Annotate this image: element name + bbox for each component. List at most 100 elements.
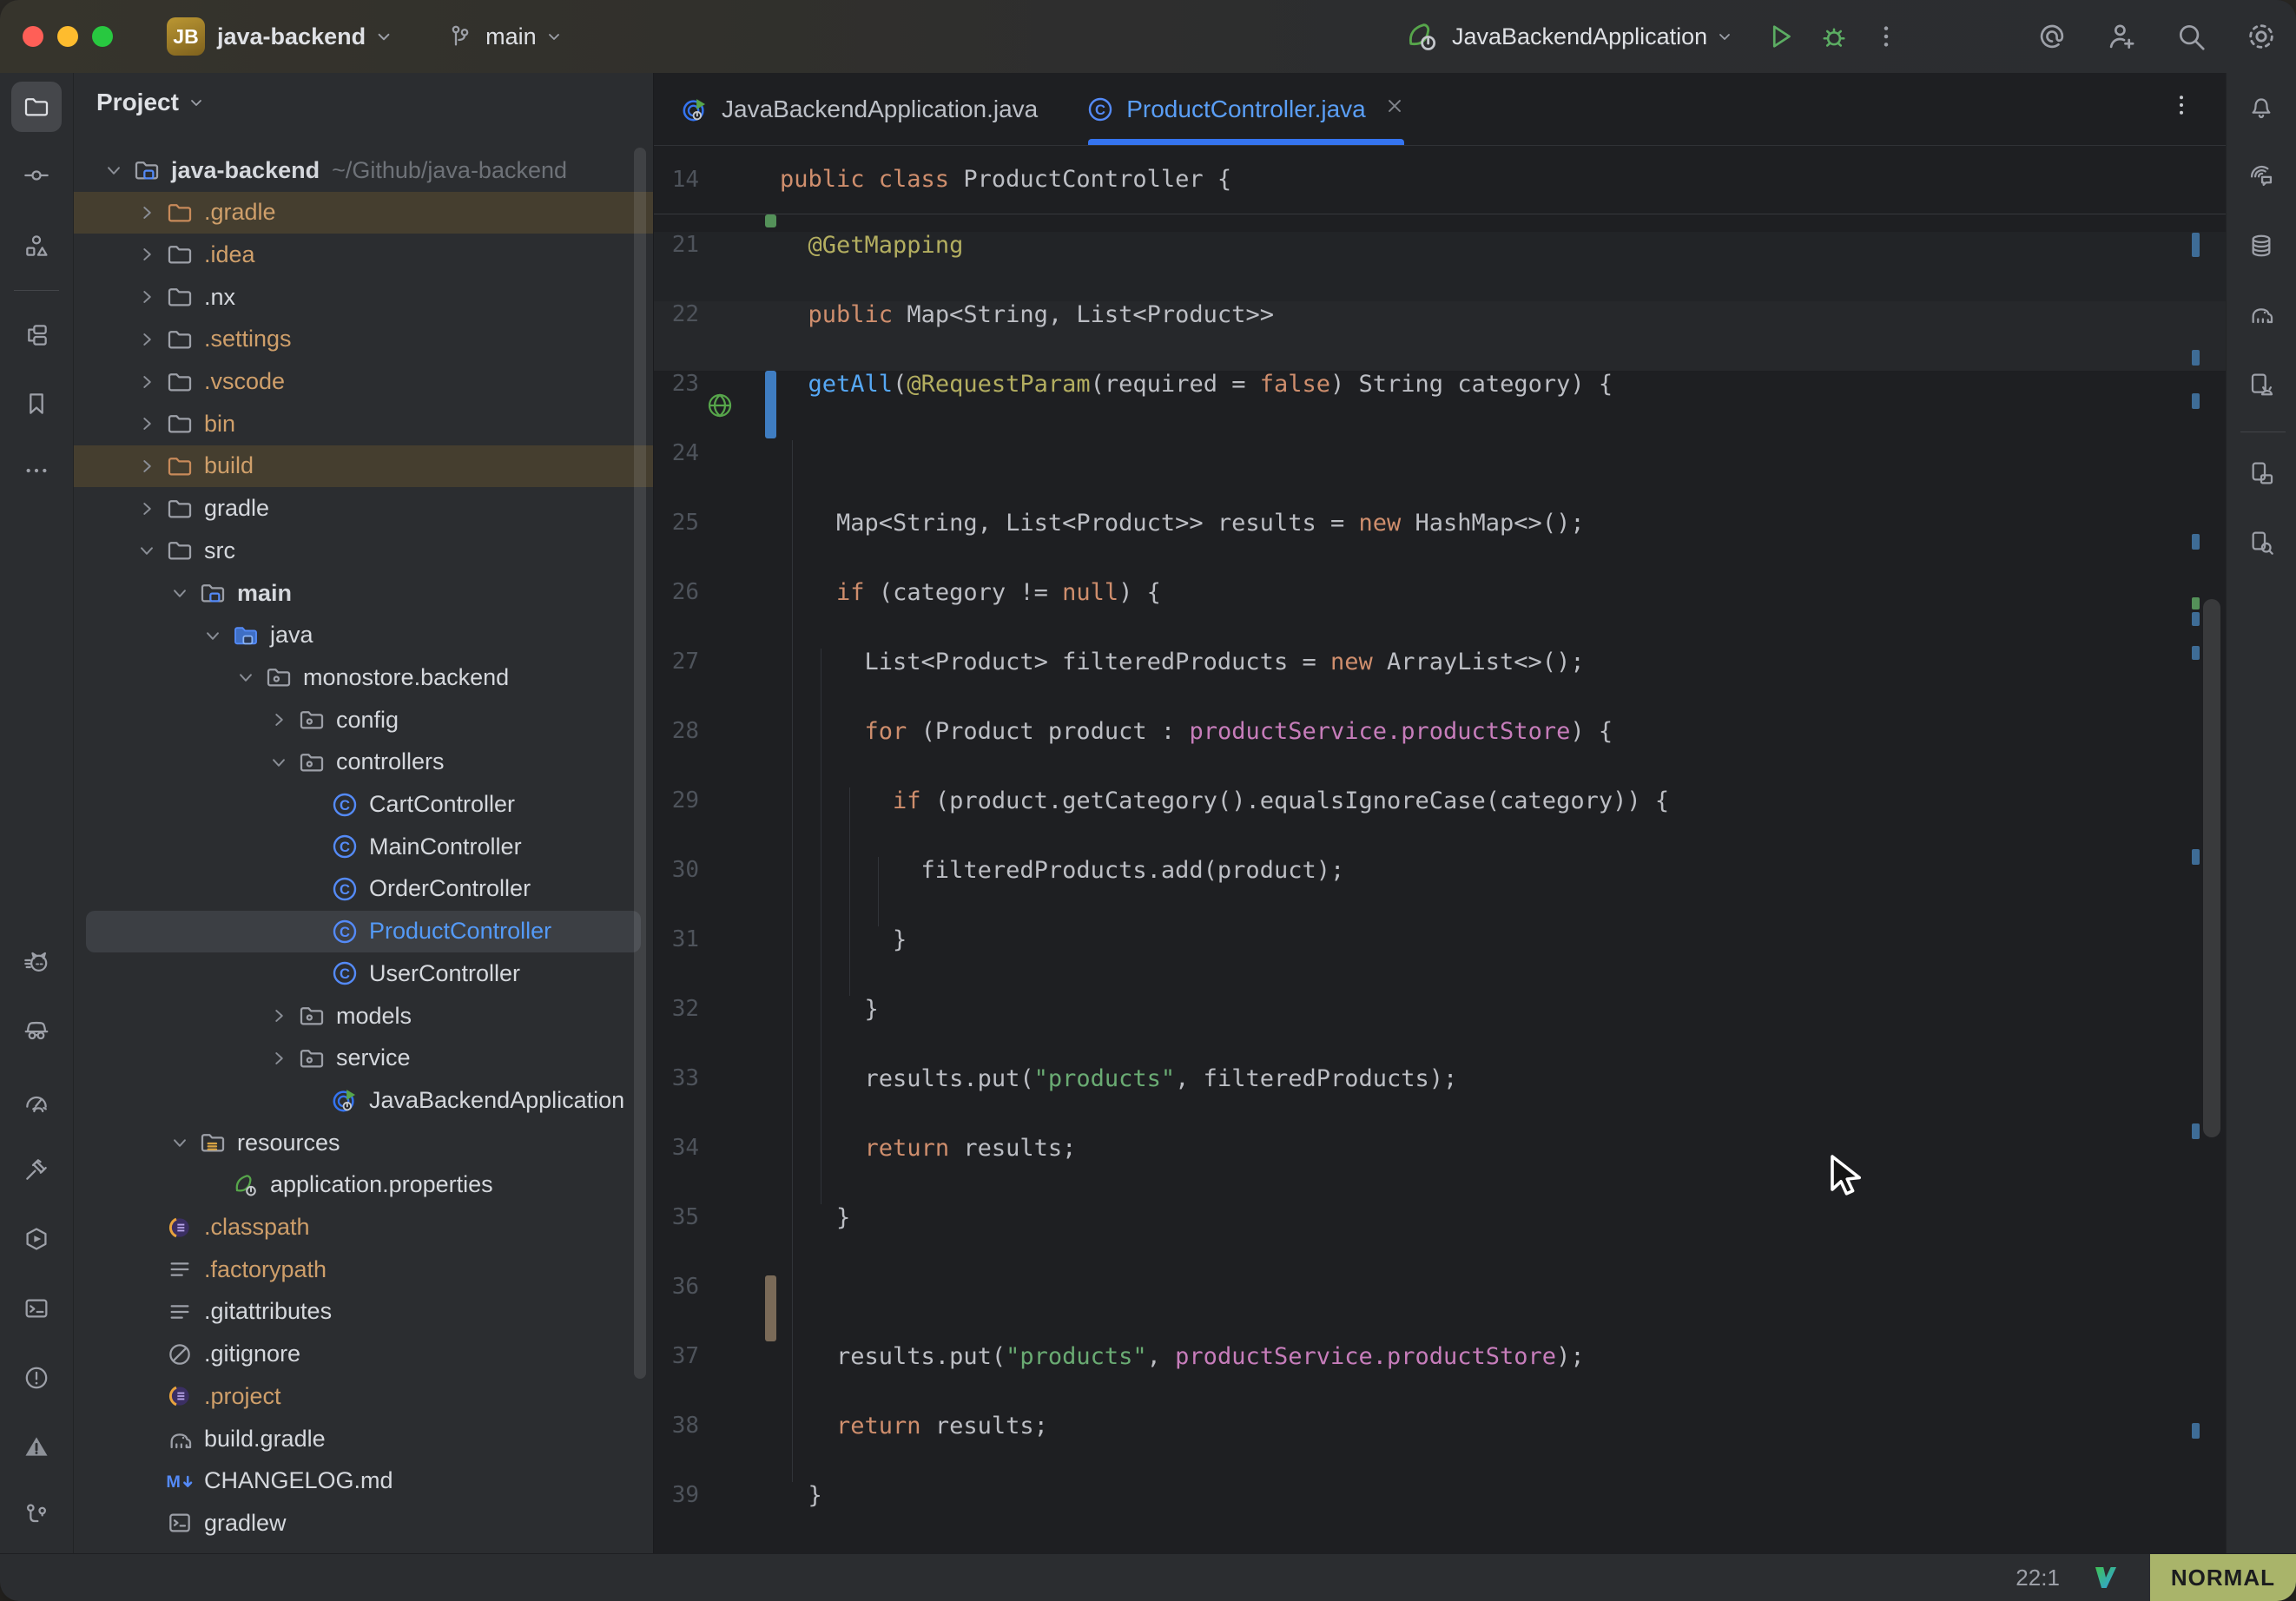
- settings-gear-icon[interactable]: [2244, 19, 2279, 54]
- ai-assistant-icon[interactable]: [2236, 150, 2286, 201]
- git-branch-icon[interactable]: [11, 1489, 62, 1539]
- error-stripe-mark[interactable]: [2192, 849, 2200, 865]
- close-window-button[interactable]: [23, 26, 43, 47]
- chevron-down-icon[interactable]: [98, 155, 129, 186]
- tree-item-build[interactable]: build: [74, 445, 653, 487]
- vcs-branch-widget[interactable]: main: [445, 23, 564, 50]
- tree-item-src[interactable]: src: [74, 530, 653, 571]
- database-icon[interactable]: [2236, 221, 2286, 271]
- tree-item-javabackendapplication[interactable]: JavaBackendApplication: [74, 1079, 653, 1121]
- ai-cat-icon[interactable]: [11, 937, 62, 987]
- tree-item--factorypath[interactable]: .factorypath: [74, 1249, 653, 1290]
- notifications-bell-icon[interactable]: [2236, 82, 2286, 132]
- chevron-down-icon[interactable]: [131, 535, 162, 566]
- error-stripe-mark[interactable]: [2192, 612, 2200, 626]
- project-widget[interactable]: java-backend: [205, 23, 395, 50]
- ideavim-icon[interactable]: [2091, 1563, 2121, 1592]
- chevron-right-icon[interactable]: [131, 493, 162, 524]
- error-stripe-mark[interactable]: [2192, 393, 2200, 409]
- tree-item-productcontroller[interactable]: CProductController: [74, 911, 653, 952]
- tree-item--project[interactable]: .project: [74, 1375, 653, 1417]
- code-line-38[interactable]: 38 return results;: [654, 1413, 2226, 1482]
- chevron-down-icon[interactable]: [197, 620, 228, 651]
- search-everywhere-icon[interactable]: [2174, 20, 2207, 53]
- gutter-change-marker[interactable]: [765, 371, 776, 438]
- code-line-34[interactable]: 34 return results;: [654, 1135, 2226, 1204]
- tree-item-monostore-backend[interactable]: monostore.backend: [74, 656, 653, 698]
- code-line-23[interactable]: 23 getAll(@RequestParam(required = false…: [654, 371, 2226, 440]
- commit-icon[interactable]: [11, 150, 62, 201]
- gutter-change-marker[interactable]: [765, 214, 776, 227]
- tree-item-application-properties[interactable]: application.properties: [74, 1164, 653, 1206]
- error-stripe-mark[interactable]: [2192, 534, 2200, 550]
- tree-item-gradlew[interactable]: gradlew: [74, 1502, 653, 1544]
- code-line-24[interactable]: 24: [654, 440, 2226, 510]
- chevron-right-icon[interactable]: [131, 281, 162, 313]
- project-avatar[interactable]: JB: [167, 17, 205, 56]
- structure-icon[interactable]: [11, 221, 62, 271]
- code-line-37[interactable]: 37 results.put("products", productServic…: [654, 1343, 2226, 1413]
- code-line-28[interactable]: 28 for (Product product : productService…: [654, 718, 2226, 787]
- device-manager-icon[interactable]: [2236, 359, 2286, 410]
- problems-icon[interactable]: [11, 1353, 62, 1403]
- error-stripe-mark[interactable]: [2192, 233, 2200, 257]
- code-line-26[interactable]: 26 if (category != null) {: [654, 579, 2226, 649]
- sticky-class-declaration[interactable]: 14public class ProductController {: [654, 146, 2226, 214]
- debug-button[interactable]: [1818, 21, 1850, 52]
- build-hammer-icon[interactable]: [11, 1144, 62, 1195]
- code-line-25[interactable]: 25 Map<String, List<Product>> results = …: [654, 510, 2226, 579]
- chevron-right-icon[interactable]: [131, 366, 162, 398]
- tree-item-usercontroller[interactable]: CUserController: [74, 952, 653, 994]
- code-line-33[interactable]: 33 results.put("products", filteredProdu…: [654, 1065, 2226, 1135]
- chevron-right-icon[interactable]: [263, 1000, 294, 1031]
- project-folder-icon[interactable]: [11, 82, 62, 132]
- code-line-27[interactable]: 27 List<Product> filteredProducts = new …: [654, 649, 2226, 718]
- tree-item--gitattributes[interactable]: .gitattributes: [74, 1291, 653, 1333]
- tree-item-models[interactable]: models: [74, 995, 653, 1037]
- editor-options-kebab-icon[interactable]: [2168, 92, 2194, 122]
- code-line-30[interactable]: 30 filteredProducts.add(product);: [654, 857, 2226, 926]
- chevron-right-icon[interactable]: [131, 324, 162, 355]
- chevron-right-icon[interactable]: [263, 704, 294, 735]
- tree-item-changelog-md[interactable]: MCHANGELOG.md: [74, 1460, 653, 1502]
- code-line-36[interactable]: 36: [654, 1274, 2226, 1343]
- chevron-right-icon[interactable]: [131, 408, 162, 439]
- editor-tab-productcontroller-java[interactable]: CProductController.java: [1062, 73, 1429, 145]
- warning-icon[interactable]: [11, 1421, 62, 1472]
- tree-item--classpath[interactable]: .classpath: [74, 1207, 653, 1249]
- more-actions-icon[interactable]: [1872, 23, 1900, 50]
- incognito-icon[interactable]: [11, 1005, 62, 1055]
- more-tools-icon[interactable]: [11, 445, 62, 496]
- close-tab-icon[interactable]: [1383, 95, 1406, 123]
- editor-scrollbar[interactable]: [2203, 599, 2220, 1137]
- chevron-right-icon[interactable]: [131, 451, 162, 482]
- minimize-window-button[interactable]: [57, 26, 78, 47]
- ai-assistant-spiral-icon[interactable]: [2035, 20, 2068, 53]
- tree-item-build-gradle[interactable]: build.gradle: [74, 1418, 653, 1459]
- code-line-35[interactable]: 35 }: [654, 1204, 2226, 1274]
- error-stripe-mark[interactable]: [2192, 646, 2200, 660]
- tree-item-java-backend[interactable]: java-backend~/Github/java-backend: [74, 149, 653, 191]
- tree-item--settings[interactable]: .settings: [74, 319, 653, 360]
- code-with-me-icon[interactable]: [2105, 20, 2138, 53]
- project-tree-scrollbar[interactable]: [634, 148, 646, 1379]
- caret-position[interactable]: 22:1: [2016, 1565, 2060, 1591]
- rest-endpoint-globe-icon[interactable]: [704, 390, 736, 425]
- chevron-down-icon[interactable]: [164, 1127, 195, 1158]
- terminal-icon[interactable]: [11, 1283, 62, 1334]
- vim-mode-badge[interactable]: NORMAL: [2150, 1554, 2296, 1601]
- chevron-right-icon[interactable]: [263, 1043, 294, 1074]
- code-line-31[interactable]: 31 }: [654, 926, 2226, 996]
- chevron-right-icon[interactable]: [131, 239, 162, 270]
- chevron-right-icon[interactable]: [131, 197, 162, 228]
- tree-item--vscode[interactable]: .vscode: [74, 361, 653, 403]
- code-line-39[interactable]: 39 }: [654, 1482, 2226, 1552]
- tree-item-controllers[interactable]: controllers: [74, 741, 653, 783]
- tree-item--nx[interactable]: .nx: [74, 276, 653, 318]
- chevron-down-icon[interactable]: [230, 662, 261, 693]
- tree-item-ordercontroller[interactable]: COrderController: [74, 868, 653, 910]
- tree-item-resources[interactable]: resources: [74, 1122, 653, 1163]
- bookmarks-icon[interactable]: [11, 379, 62, 429]
- tree-item-config[interactable]: config: [74, 699, 653, 741]
- hierarchy-icon[interactable]: [11, 310, 62, 360]
